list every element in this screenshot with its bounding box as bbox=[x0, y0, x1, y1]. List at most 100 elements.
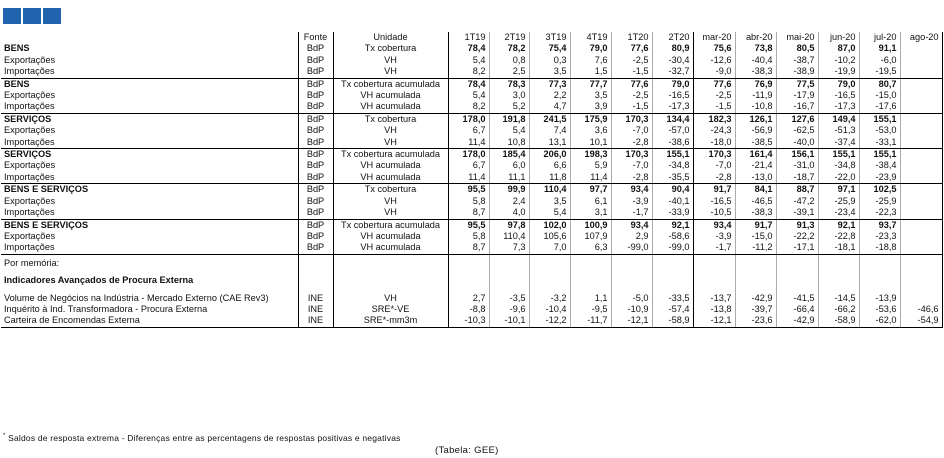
value-cell: 4,0 bbox=[488, 207, 529, 220]
value-cell: -7,0 bbox=[610, 160, 652, 172]
value-cell: -7,0 bbox=[610, 125, 652, 137]
value-cell: 91,7 bbox=[734, 218, 776, 231]
value-cell bbox=[899, 218, 943, 231]
value-cell: 91,7 bbox=[693, 183, 735, 196]
value-cell: -9,0 bbox=[693, 66, 735, 79]
value-cell: -18,0 bbox=[693, 136, 735, 150]
value-cell bbox=[899, 101, 943, 114]
value-cell: -13,0 bbox=[734, 171, 776, 185]
value-cell: 78,3 bbox=[488, 77, 529, 91]
value-cell: -41,5 bbox=[775, 292, 818, 304]
blank-cell bbox=[488, 257, 529, 270]
value-cell: 0,8 bbox=[488, 54, 529, 67]
row-unit: Tx cobertura acumulada bbox=[332, 148, 449, 161]
blank-cell bbox=[775, 275, 818, 287]
value-cell: -12,1 bbox=[610, 315, 652, 328]
value-cell: 80,9 bbox=[651, 43, 694, 55]
value-cell bbox=[899, 43, 943, 55]
row-unit: VH acumulada bbox=[332, 160, 449, 172]
value-cell bbox=[899, 112, 943, 126]
value-cell: -10,2 bbox=[817, 54, 859, 67]
row-unit: SRE*-VE bbox=[332, 303, 449, 316]
value-cell: -15,0 bbox=[734, 230, 776, 243]
value-cell: -22,0 bbox=[817, 171, 859, 185]
value-cell: 7,4 bbox=[528, 125, 570, 137]
value-cell: 78,4 bbox=[448, 77, 489, 91]
header-blank bbox=[1, 32, 298, 43]
value-cell: 2,5 bbox=[488, 66, 529, 79]
header-period: mar-20 bbox=[702, 32, 732, 42]
value-cell: -10,5 bbox=[693, 207, 735, 220]
value-cell: -25,9 bbox=[817, 195, 859, 208]
value-cell bbox=[899, 195, 943, 208]
value-cell: 93,4 bbox=[610, 218, 652, 231]
footnote-mark: * bbox=[3, 433, 6, 440]
value-cell: -2,5 bbox=[610, 54, 652, 67]
value-cell: 11,4 bbox=[569, 171, 611, 185]
value-cell: 155,1 bbox=[858, 148, 900, 161]
row-label: Importações bbox=[1, 207, 298, 220]
value-cell: 8,7 bbox=[448, 242, 489, 255]
blank-cell bbox=[332, 257, 449, 270]
value-cell: 84,1 bbox=[734, 183, 776, 196]
value-cell: 77,6 bbox=[610, 77, 652, 91]
value-cell: -16,5 bbox=[817, 90, 859, 102]
value-cell: -23,4 bbox=[817, 207, 859, 220]
blank-cell bbox=[858, 257, 900, 270]
memo-title: Indicadores Avançados de Procura Externa bbox=[4, 275, 194, 286]
value-cell: 77,6 bbox=[693, 77, 735, 91]
row-unit: VH acumulada bbox=[332, 90, 449, 102]
value-cell: 3,1 bbox=[569, 207, 611, 220]
table-row: Exportações BdP VH 5,4 0,8 0,3 7,6 -2,5 -30,4 -12… bbox=[1, 54, 943, 67]
blank-cell bbox=[651, 275, 694, 287]
row-unit: VH acumulada bbox=[332, 242, 449, 255]
value-cell: 110,4 bbox=[488, 230, 529, 243]
row-label: Importações bbox=[1, 171, 298, 185]
footnote-text: Saldos de resposta extrema - Diferenças … bbox=[8, 433, 401, 443]
value-cell bbox=[899, 54, 943, 67]
value-cell: -6,0 bbox=[858, 54, 900, 67]
value-cell: -99,0 bbox=[651, 242, 694, 255]
table-row: BENS BdP Tx cobertura acumulada 78,4 78,3 77,… bbox=[1, 77, 943, 91]
table-row: Importações BdP VH 8,2 2,5 3,5 1,5 -1,5 -32,7 -9,… bbox=[1, 66, 943, 79]
row-source: INE bbox=[297, 292, 333, 304]
row-label: Carteira de Encomendas Externa bbox=[1, 315, 298, 328]
value-cell: -34,8 bbox=[651, 160, 694, 172]
value-cell bbox=[899, 125, 943, 137]
value-cell: 1,5 bbox=[569, 66, 611, 79]
value-cell: 1,1 bbox=[569, 292, 611, 304]
value-cell: -2,8 bbox=[693, 171, 735, 185]
blank-cell bbox=[817, 257, 859, 270]
value-cell: 155,1 bbox=[817, 148, 859, 161]
value-cell: 170,3 bbox=[610, 112, 652, 126]
value-cell: 3,6 bbox=[569, 125, 611, 137]
blank-cell bbox=[528, 275, 570, 287]
value-cell: 182,3 bbox=[693, 112, 735, 126]
trade-indicators-table: Fonte Unidade 1T19 2T19 3T19 4T19 1T20 2T20 mar-… bbox=[1, 32, 943, 328]
table-row: Importações BdP VH 11,4 10,8 13,1 10,1 -2,8 -38,… bbox=[1, 136, 943, 150]
value-cell: -3,5 bbox=[488, 292, 529, 304]
value-cell: -30,4 bbox=[651, 54, 694, 67]
value-cell: -8,8 bbox=[469, 303, 486, 314]
value-cell: 126,1 bbox=[734, 112, 776, 126]
value-cell: -12,6 bbox=[710, 54, 732, 65]
memo-label: Por memória: bbox=[4, 257, 60, 268]
value-cell: 79,0 bbox=[569, 43, 611, 55]
value-cell: -7,0 bbox=[715, 160, 732, 171]
table-row: Exportações BdP VH 6,7 5,4 7,4 3,6 -7,0 -57,0 -24… bbox=[1, 125, 943, 137]
value-cell: 77,5 bbox=[775, 77, 818, 91]
table-row: Importações BdP VH acumulada 8,2 5,2 4,7 3,9 -1… bbox=[1, 101, 943, 114]
value-cell: -16,5 bbox=[651, 90, 694, 102]
table-row: Carteira de Encomendas Externa INE SRE*-mm… bbox=[1, 315, 943, 328]
value-cell: 3,0 bbox=[488, 90, 529, 102]
row-source: BdP bbox=[297, 101, 333, 114]
value-cell: -33,5 bbox=[651, 292, 694, 304]
row-unit: VH bbox=[332, 54, 449, 67]
value-cell bbox=[899, 230, 943, 243]
row-source: BdP bbox=[297, 136, 333, 150]
value-cell: 0,3 bbox=[528, 54, 570, 67]
value-cell: -38,7 bbox=[775, 54, 818, 67]
blank-cell bbox=[488, 275, 529, 287]
value-cell: -2,8 bbox=[610, 136, 652, 150]
value-cell: -37,4 bbox=[817, 136, 859, 150]
